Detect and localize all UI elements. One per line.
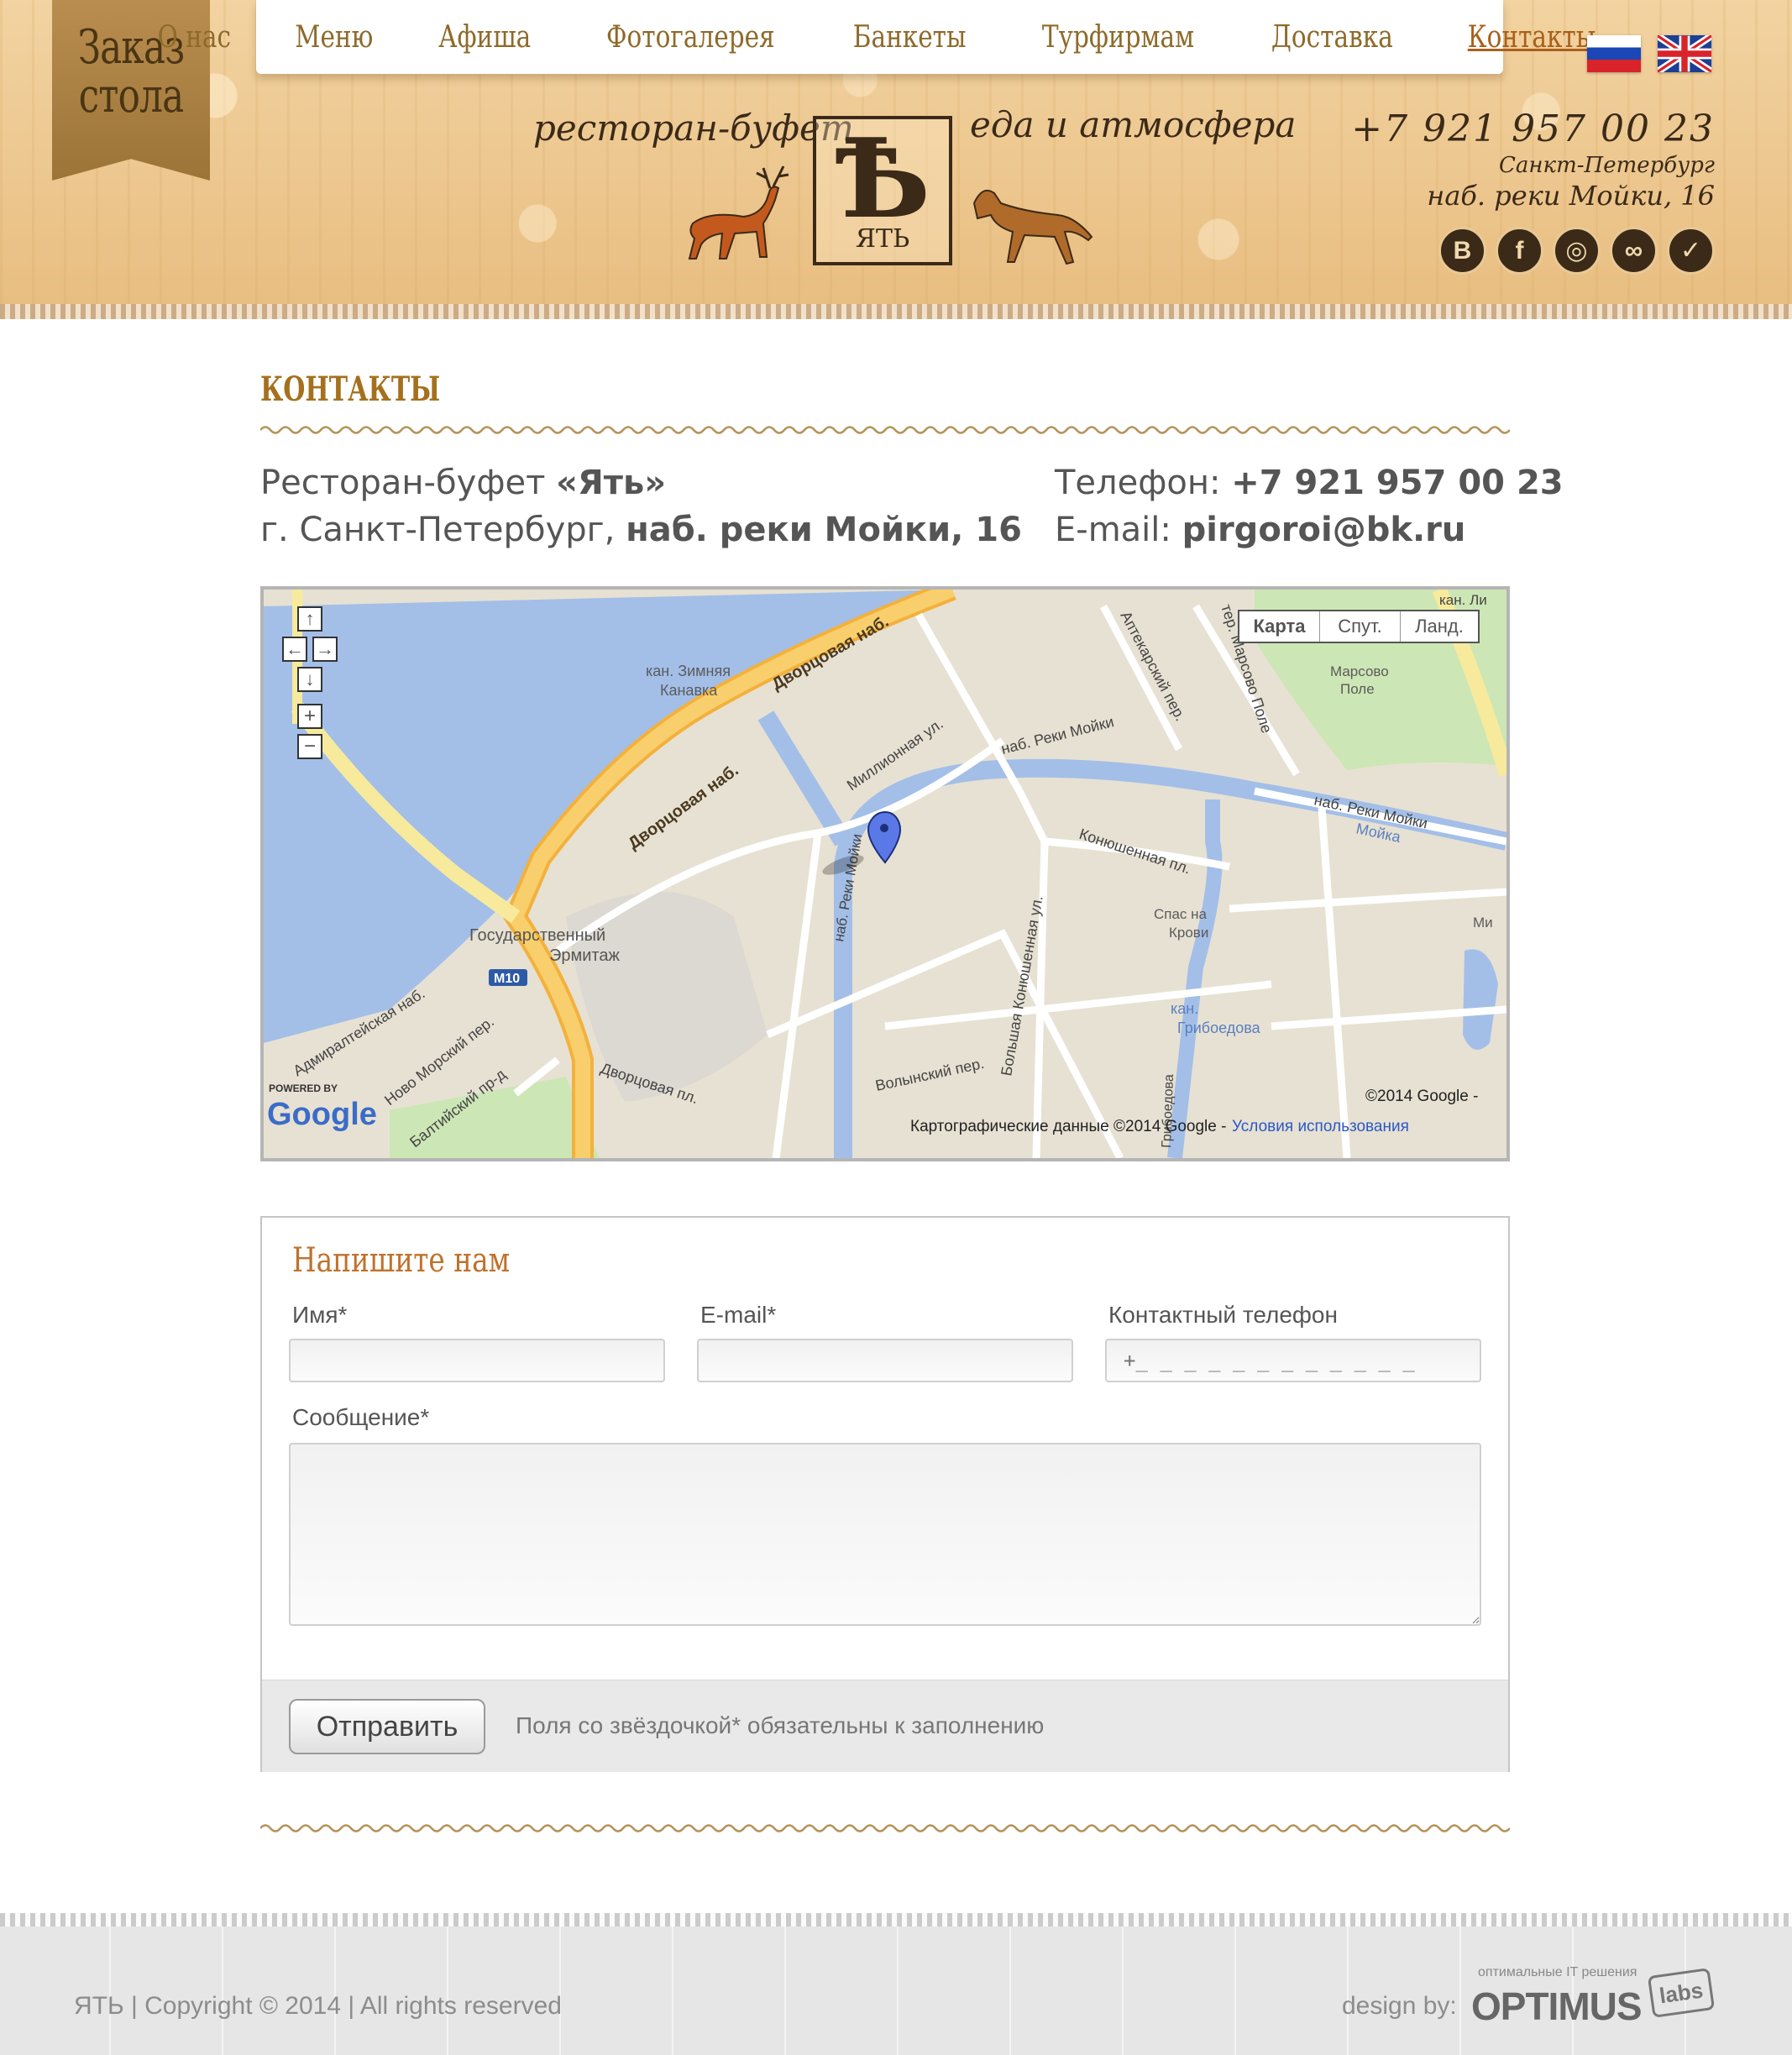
svg-text:Грибоедова: Грибоедова bbox=[1177, 1020, 1261, 1036]
header-address: наб. реки Мойки, 16 bbox=[1427, 180, 1715, 212]
tagline-right: еда и атмосфера bbox=[970, 104, 1297, 145]
svg-text:Канавка: Канавка bbox=[660, 682, 718, 699]
site-footer: ЯТЬ | Copyright © 2014 | All rights rese… bbox=[0, 1913, 1792, 2055]
email-line: E-mail: pirgoroi@bk.ru bbox=[1055, 511, 1465, 549]
pan-right-icon[interactable]: → bbox=[312, 637, 338, 662]
nav-item-delivery[interactable]: Доставка bbox=[1252, 20, 1412, 55]
contact-email[interactable]: pirgoroi@bk.ru bbox=[1182, 511, 1466, 549]
labs-logo[interactable]: labs bbox=[1647, 1968, 1716, 2018]
site-header: Заказ стола О нас Меню Афиша Фотогалерея… bbox=[0, 0, 1792, 319]
address-line: г. Санкт-Петербург, наб. реки Мойки, 16 bbox=[260, 511, 1022, 549]
svg-text:кан.: кан. bbox=[1171, 1000, 1198, 1017]
google-logo: Google bbox=[267, 1097, 377, 1132]
optimus-tagline: оптимальные IT решения bbox=[1478, 1965, 1637, 1979]
svg-text:M10: M10 bbox=[494, 972, 520, 986]
header-phone: +7 921 957 00 23 bbox=[1351, 107, 1715, 150]
tagline-left: ресторан-буфет bbox=[533, 107, 854, 149]
map-type-satellite[interactable]: Спут. bbox=[1320, 611, 1401, 642]
svg-text:Эрмитаж: Эрмитаж bbox=[549, 946, 620, 965]
message-textarea[interactable] bbox=[289, 1443, 1481, 1626]
footer-fringe bbox=[0, 1913, 1792, 1927]
map-type-map[interactable]: Карта bbox=[1239, 611, 1320, 642]
wavy-divider bbox=[260, 426, 1510, 434]
nav-item-gallery[interactable]: Фотогалерея bbox=[587, 20, 794, 55]
svg-text:Ми: Ми bbox=[1473, 915, 1493, 931]
dog-icon bbox=[972, 190, 1093, 265]
phone-label: Телефон: bbox=[1055, 464, 1232, 502]
ru-flag-icon[interactable] bbox=[1587, 35, 1641, 72]
zoom-out-icon[interactable]: − bbox=[297, 734, 322, 759]
header-fringe bbox=[0, 304, 1792, 319]
nav-item-banquets[interactable]: Банкеты bbox=[834, 20, 986, 55]
deer-icon bbox=[688, 165, 789, 259]
restaurant-name: «Ять» bbox=[556, 464, 667, 502]
map-type-terrain[interactable]: Ланд. bbox=[1401, 611, 1478, 642]
message-label: Сообщение* bbox=[292, 1404, 430, 1430]
page-title: КОНТАКТЫ bbox=[260, 370, 441, 409]
header-city: Санкт-Петербург bbox=[1499, 153, 1715, 178]
name-input[interactable] bbox=[289, 1339, 665, 1382]
svg-text:Государственный: Государственный bbox=[469, 926, 605, 945]
zoom-in-icon[interactable]: + bbox=[297, 704, 322, 729]
social-links: В f ◎ ∞ ✓ bbox=[1438, 227, 1715, 275]
svg-text:Картографические данные ©2014: Картографические данные ©2014 Google - bbox=[910, 1118, 1226, 1135]
design-by-label: design by: bbox=[1342, 1992, 1457, 2020]
instagram-icon[interactable]: ◎ bbox=[1553, 227, 1601, 275]
logo-name: ЯТЬ bbox=[855, 223, 910, 254]
foursquare-icon[interactable]: ✓ bbox=[1667, 227, 1715, 275]
svg-text:кан. Зимняя: кан. Зимняя bbox=[646, 663, 731, 679]
contact-phone[interactable]: +7 921 957 00 23 bbox=[1231, 464, 1563, 502]
optimus-logo[interactable]: OPTIMUS bbox=[1471, 1984, 1643, 2029]
svg-text:Марсово: Марсово bbox=[1330, 663, 1389, 679]
wavy-divider bbox=[260, 1824, 1510, 1832]
logo-letter: Ѣ bbox=[834, 113, 931, 243]
svg-text:POWERED BY: POWERED BY bbox=[269, 1083, 338, 1094]
restaurant-prefix: Ресторан-буфет bbox=[260, 464, 557, 502]
vk-icon[interactable]: В bbox=[1438, 227, 1486, 275]
email-input[interactable] bbox=[697, 1339, 1073, 1382]
contact-form: Напишите нам Имя* E-mail* Контактный тел… bbox=[260, 1216, 1510, 1772]
nav-item-events[interactable]: Афиша bbox=[419, 20, 550, 55]
svg-text:Поле: Поле bbox=[1340, 681, 1375, 697]
uk-flag-icon[interactable] bbox=[1658, 35, 1711, 72]
pan-down-icon[interactable]: ↓ bbox=[297, 667, 322, 692]
copyright-text: ЯТЬ | Copyright © 2014 | All rights rese… bbox=[74, 1992, 562, 2020]
restaurant-logo[interactable]: Ѣ ЯТЬ bbox=[813, 116, 952, 265]
nav-item-menu[interactable]: Меню bbox=[275, 20, 392, 55]
map-type-control: Карта Спут. Ланд. bbox=[1238, 610, 1480, 643]
tripadvisor-icon[interactable]: ∞ bbox=[1610, 227, 1658, 275]
submit-button[interactable]: Отправить bbox=[289, 1699, 485, 1754]
svg-text:Грибоедова: Грибоедова bbox=[1160, 1074, 1176, 1148]
nav-item-tour-agencies[interactable]: Турфирмам bbox=[1023, 20, 1213, 55]
google-map[interactable]: Дворцовая наб. Дворцовая наб. кан. Зимня… bbox=[260, 586, 1510, 1161]
required-note: Поля со звёздочкой* обязательны к заполн… bbox=[516, 1712, 1045, 1738]
svg-text:кан. Ли: кан. Ли bbox=[1439, 592, 1487, 608]
pan-left-icon[interactable]: ← bbox=[282, 637, 307, 662]
svg-text:Спас на: Спас на bbox=[1154, 906, 1208, 922]
form-footer: Отправить Поля со звёздочкой* обязательн… bbox=[262, 1680, 1508, 1772]
form-title: Напишите нам bbox=[292, 1241, 511, 1280]
facebook-icon[interactable]: f bbox=[1496, 227, 1543, 275]
restaurant-line: Ресторан-буфет «Ять» bbox=[260, 464, 666, 502]
phone-input[interactable] bbox=[1105, 1339, 1481, 1382]
email-label: E-mail: bbox=[1055, 511, 1182, 549]
pan-up-icon[interactable]: ↑ bbox=[297, 606, 322, 632]
contact-address: наб. реки Мойки, 16 bbox=[626, 511, 1022, 549]
svg-text:©2014 Google -: ©2014 Google - bbox=[1365, 1088, 1478, 1105]
city-prefix: г. Санкт-Петербург, bbox=[260, 511, 626, 549]
email-label: E-mail* bbox=[700, 1302, 777, 1328]
name-label: Имя* bbox=[292, 1302, 348, 1328]
phone-line: Телефон: +7 921 957 00 23 bbox=[1055, 464, 1564, 502]
map-terms-link: Условия использования bbox=[1232, 1118, 1409, 1135]
svg-text:Крови: Крови bbox=[1169, 925, 1208, 941]
nav-item-about[interactable]: О нас bbox=[139, 20, 250, 55]
main-nav: О нас Меню Афиша Фотогалерея Банкеты Тур… bbox=[158, 0, 1596, 74]
phone-label: Контактный телефон bbox=[1108, 1302, 1338, 1328]
